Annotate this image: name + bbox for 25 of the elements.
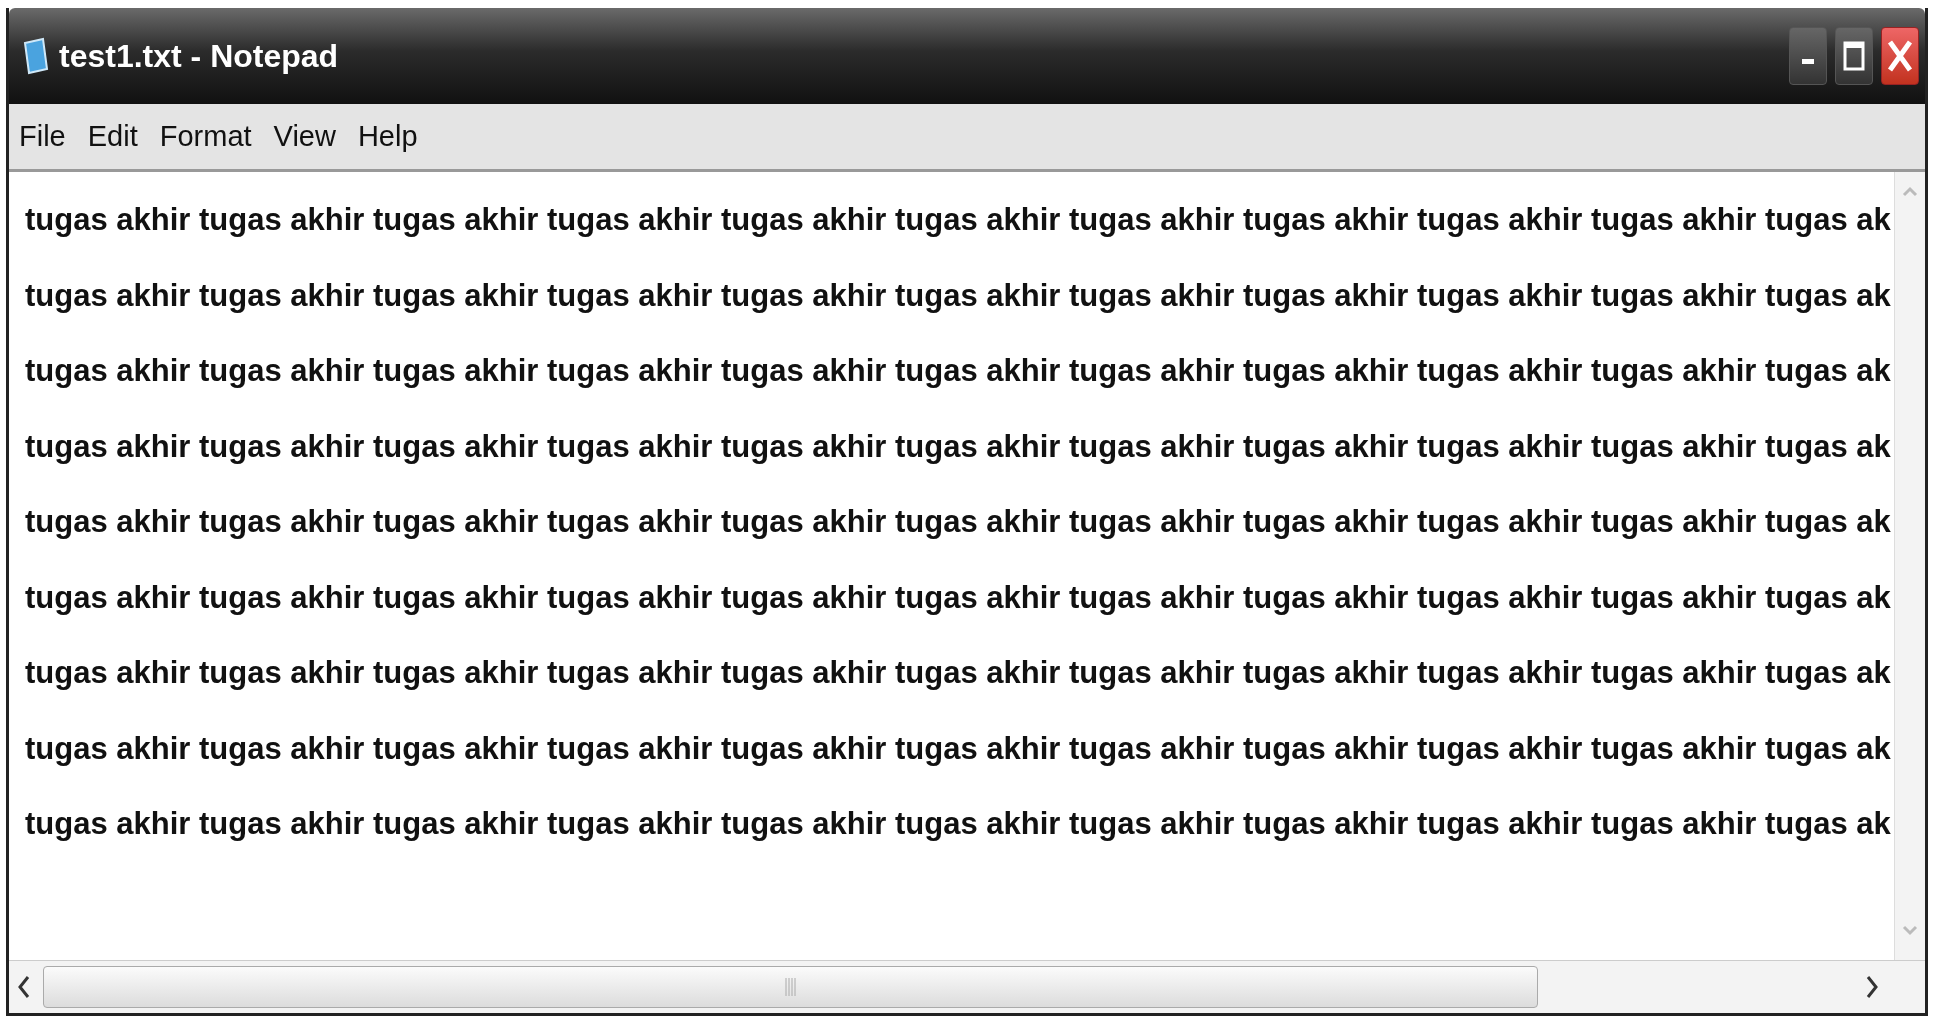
notepad-icon xyxy=(23,37,49,75)
horizontal-scrollbar[interactable] xyxy=(9,960,1925,1013)
text-line: tugas akhir tugas akhir tugas akhir tugas akhir tugas akhir tugas akhir tugas akhir tugas akhir tugas akhir tugas akhir tugas ak xyxy=(25,578,1892,617)
menu-item[interactable]: View xyxy=(273,120,336,153)
text-line: tugas akhir tugas akhir tugas akhir tugas akhir tugas akhir tugas akhir tugas akhir tugas akhir tugas akhir tugas akhir tugas ak xyxy=(25,276,1892,315)
minimize-button[interactable] xyxy=(1789,27,1827,85)
minimize-icon xyxy=(1802,58,1814,64)
text-line: tugas akhir tugas akhir tugas akhir tugas akhir tugas akhir tugas akhir tugas akhir tugas akhir tugas akhir tugas akhir tugas ak xyxy=(25,503,1892,541)
menu-item[interactable]: Format xyxy=(159,120,252,153)
text-line: tugas akhir tugas akhir tugas akhir tugas akhir tugas akhir tugas akhir tugas akhir tugas akhir tugas akhir tugas akhir tugas ak xyxy=(25,352,1892,390)
maximize-icon xyxy=(1843,41,1865,71)
window-title: test1.txt - Notepad xyxy=(59,37,340,75)
grip-icon xyxy=(783,978,798,996)
maximize-button[interactable] xyxy=(1835,27,1873,85)
menu-item[interactable]: File xyxy=(19,120,66,153)
text-line: tugas akhir tugas akhir tugas akhir tugas akhir tugas akhir tugas akhir tugas akhir tugas akhir tugas akhir tugas akhir tugas ak xyxy=(25,805,1892,843)
text-line: tugas akhir tugas akhir tugas akhir tugas akhir tugas akhir tugas akhir tugas akhir tugas akhir tugas akhir tugas akhir tugas ak xyxy=(25,427,1892,466)
close-button[interactable] xyxy=(1881,27,1919,85)
text-line: tugas akhir tugas akhir tugas akhir tugas akhir tugas akhir tugas akhir tugas akhir tugas akhir tugas akhir tugas akhir tugas ak xyxy=(25,729,1892,768)
menu-item[interactable]: Edit xyxy=(87,120,138,153)
text-line: tugas akhir tugas akhir tugas akhir tugas akhir tugas akhir tugas akhir tugas akhir tugas akhir tugas akhir tugas akhir tugas ak xyxy=(25,654,1892,692)
menu-item[interactable]: Help xyxy=(357,120,418,153)
close-icon xyxy=(1887,39,1913,73)
scrollbar-thumb[interactable] xyxy=(43,966,1538,1008)
text-line: tugas akhir tugas akhir tugas akhir tugas akhir tugas akhir tugas akhir tugas akhir tugas akhir tugas akhir tugas akhir tugas ak xyxy=(25,201,1892,239)
